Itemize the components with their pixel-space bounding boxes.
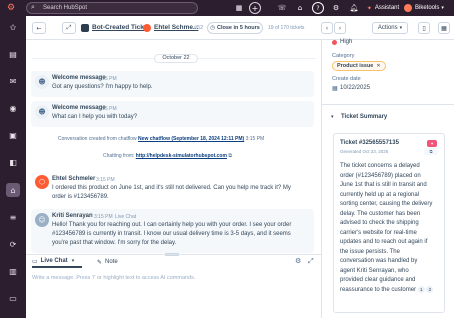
- ticket-id: #52: [194, 25, 204, 31]
- ai-badge-icon: ✦: [427, 140, 437, 147]
- layout-button[interactable]: ▦: [438, 22, 450, 34]
- nav-bookmark-icon[interactable]: ✩: [6, 20, 20, 34]
- chatflow-link[interactable]: New chatflow (September 18, 2024 12:11 P…: [138, 136, 244, 142]
- date-divider: October 22: [154, 54, 198, 63]
- contact-link[interactable]: Ehtel Schme...: [154, 24, 198, 31]
- back-button[interactable]: ←: [32, 22, 46, 34]
- assistant-icon: ✦: [366, 4, 372, 12]
- bot-icon: [81, 24, 89, 32]
- store-icon[interactable]: ⌂: [294, 2, 306, 14]
- nav-inbox-icon[interactable]: ✉: [6, 74, 20, 88]
- nav-commerce-icon[interactable]: ◧: [6, 155, 20, 169]
- global-search-input[interactable]: Search HubSpot: [26, 2, 198, 14]
- agent-avatar: ☺: [35, 213, 49, 227]
- category-label: Category: [332, 53, 355, 59]
- message-text: order is #123456789.: [52, 194, 109, 200]
- contact-avatar: [143, 24, 151, 32]
- chevron-down-icon: ▾: [441, 5, 444, 11]
- phone-icon[interactable]: ☏: [276, 2, 288, 14]
- nav-marketing-icon[interactable]: ◉: [6, 101, 20, 115]
- composer-input[interactable]: Write a message. Press '/' or highlight …: [32, 275, 312, 281]
- arrow-left-icon: ←: [36, 24, 42, 32]
- nav-reporting-icon[interactable]: ▥: [6, 264, 20, 278]
- actions-button[interactable]: Actions ▾: [372, 22, 408, 34]
- settings-icon[interactable]: ⚙: [330, 2, 342, 14]
- clock-icon: ◷: [210, 25, 215, 31]
- expand-icon: ⤢: [66, 24, 72, 31]
- message-text: I ordered this product on June 1st, and …: [52, 185, 291, 191]
- nav-sales-icon[interactable]: ▣: [6, 128, 20, 142]
- note-icon: ✎: [97, 258, 103, 266]
- citation-badge[interactable]: 2: [426, 285, 434, 293]
- agent-name: Kriti Senrayan: [52, 213, 93, 219]
- chevron-down-icon[interactable]: ▾: [331, 114, 334, 120]
- summary-card-title: Ticket #32565557135: [340, 140, 399, 146]
- grid-icon[interactable]: ▦: [233, 2, 245, 14]
- panel-icon: ▯: [422, 24, 426, 32]
- close-icon[interactable]: ✕: [376, 63, 380, 69]
- chatting-from-note: Chatting from: http://helpdesk-simulator…: [103, 153, 232, 159]
- ticket-title[interactable]: Bot-Created Tick...: [92, 24, 149, 31]
- nav-library-icon[interactable]: ▭: [6, 291, 20, 305]
- ticket-summary-heading[interactable]: Ticket Summary: [341, 114, 387, 120]
- next-ticket-button[interactable]: ›: [334, 22, 346, 34]
- account-menu[interactable]: Biketools ▾: [404, 2, 454, 14]
- panel-toggle-button[interactable]: ▯: [418, 22, 430, 34]
- search-icon: ⌕: [31, 3, 35, 11]
- plus-icon[interactable]: +: [249, 2, 261, 14]
- avatar: [404, 4, 412, 12]
- tab-note[interactable]: ✎ Note: [97, 256, 118, 268]
- bot-avatar: ☻: [35, 105, 49, 119]
- chevron-down-icon: ▾: [71, 258, 75, 264]
- external-link-icon: ⧉: [228, 153, 232, 159]
- chatting-from-link[interactable]: http://helpdesk-simulatorhubspot.com: [136, 153, 227, 159]
- create-date-value[interactable]: 10/22/2025: [340, 85, 370, 91]
- message-time: 3:15 PM: [98, 76, 117, 82]
- message-text: Hello! Thank you for reaching out. I can…: [52, 222, 292, 228]
- category-tag[interactable]: Product issue ✕: [332, 61, 386, 71]
- resize-handle[interactable]: [165, 253, 179, 256]
- summary-generated: Generated Oct 23, 2025: [340, 149, 389, 154]
- chat-icon: ▭: [32, 257, 38, 265]
- nav-contacts-icon[interactable]: ▤: [6, 47, 20, 61]
- chevron-right-icon: ›: [338, 24, 342, 32]
- message-text: you're past that window. I'm sorry for t…: [52, 240, 177, 246]
- chevron-left-icon: ‹: [325, 24, 329, 32]
- nav-automation-icon[interactable]: ⟳: [6, 237, 20, 251]
- close-timer-badge[interactable]: ◷ Close in 5 hours: [207, 22, 263, 34]
- layout-icon: ▦: [441, 24, 447, 32]
- message-text: #123456789 is currently in transit. I kn…: [52, 231, 291, 237]
- message-time: 3:15 PM: [94, 214, 113, 220]
- hubspot-logo-icon[interactable]: ⚙: [6, 3, 16, 13]
- priority-dot: [332, 40, 337, 45]
- message-time: 3:15 PM: [96, 177, 115, 183]
- customer-avatar: ⬡: [35, 175, 49, 189]
- priority-value[interactable]: High: [340, 39, 352, 45]
- expand-button[interactable]: ⤢: [62, 22, 76, 34]
- customer-name: Ehtel Schmeler: [52, 176, 96, 182]
- popout-icon[interactable]: ⤢: [308, 257, 314, 266]
- chatflow-note: Conversation created from chatflow New c…: [58, 136, 265, 142]
- create-date-label: Create date: [332, 76, 361, 82]
- settings-icon[interactable]: ⚙: [295, 257, 301, 265]
- nav-service-icon[interactable]: ⌂: [6, 183, 20, 197]
- assistant-button[interactable]: ✦ Assistant: [363, 2, 403, 14]
- message-text: What can I help you with today?: [52, 114, 138, 120]
- calendar-icon: ▦: [332, 85, 338, 92]
- tab-live-chat[interactable]: ▭ Live Chat ▾: [32, 256, 82, 268]
- nav-data-icon[interactable]: ≡: [6, 210, 20, 224]
- chevron-down-icon: ▾: [399, 25, 403, 31]
- message-time: 3:15 PM: [98, 106, 117, 112]
- summary-copy-icon[interactable]: ⧉: [424, 148, 438, 155]
- message-channel: Live Chat: [115, 214, 137, 220]
- notifications-icon[interactable]: 🔔︎: [348, 2, 360, 14]
- citation-badge[interactable]: 1: [417, 285, 425, 293]
- section-divider: [322, 104, 454, 105]
- prev-ticket-button[interactable]: ‹: [321, 22, 333, 34]
- message-text: Got any questions? I'm happy to help.: [52, 84, 153, 90]
- help-icon[interactable]: ?: [312, 2, 324, 14]
- bot-avatar: ☻: [35, 75, 49, 89]
- summary-text: The ticket concerns a delayed order (#12…: [340, 163, 434, 293]
- ticket-count: 19 of 170 tickets: [268, 25, 305, 31]
